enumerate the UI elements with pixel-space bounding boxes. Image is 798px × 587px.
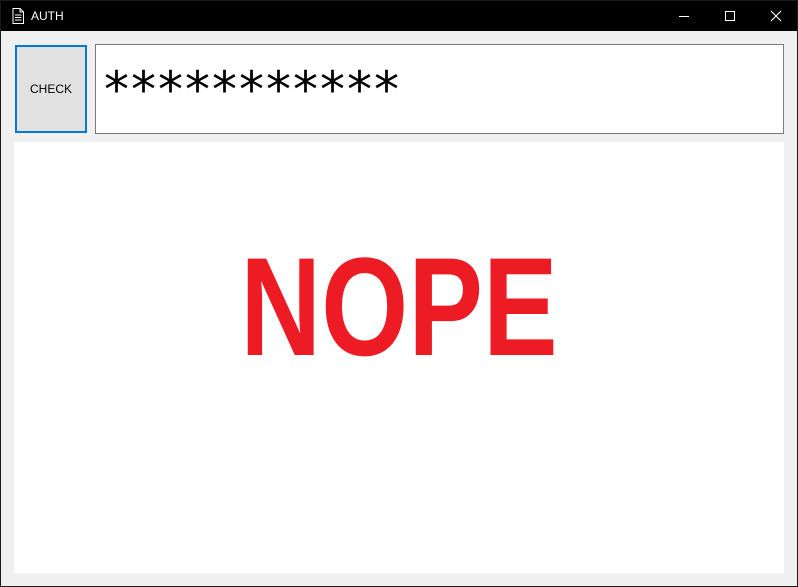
- maximize-icon: [725, 11, 735, 21]
- close-icon: [770, 10, 782, 22]
- result-text: NOPE: [240, 228, 558, 385]
- maximize-button[interactable]: [707, 1, 753, 31]
- auth-window: AUTH CHECK *********** NOPE: [0, 0, 798, 587]
- minimize-button[interactable]: [661, 1, 707, 31]
- password-field[interactable]: ***********: [95, 44, 784, 134]
- result-panel: NOPE: [14, 142, 784, 573]
- password-value: ***********: [104, 61, 401, 119]
- title-bar[interactable]: AUTH: [1, 1, 797, 31]
- close-button[interactable]: [753, 1, 798, 31]
- document-icon: [12, 8, 24, 24]
- minimize-icon: [679, 16, 689, 17]
- window-title: AUTH: [31, 9, 64, 23]
- check-button[interactable]: CHECK: [15, 45, 87, 133]
